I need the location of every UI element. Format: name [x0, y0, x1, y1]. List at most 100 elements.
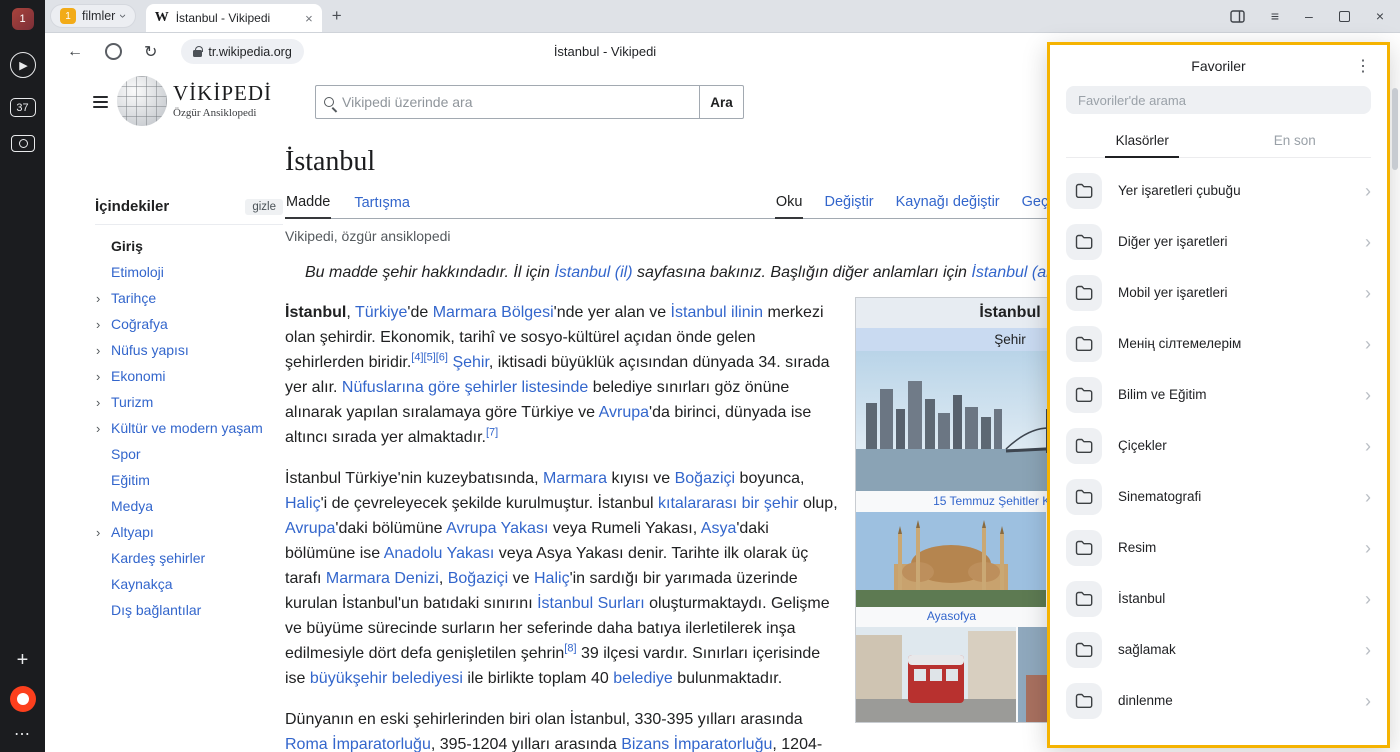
- toc-item[interactable]: › Coğrafya: [95, 311, 283, 337]
- chevron-right-icon[interactable]: ›: [96, 315, 100, 335]
- wiki-link[interactable]: İstanbul (il): [554, 264, 632, 281]
- wiki-link[interactable]: Nüfuslarına göre şehirler listesinde: [342, 379, 588, 396]
- chevron-right-icon[interactable]: ›: [1365, 233, 1371, 251]
- reference-link[interactable]: [7]: [486, 427, 498, 439]
- tab-oku[interactable]: Oku: [775, 188, 804, 219]
- wiki-search-box[interactable]: [315, 85, 700, 119]
- infobox-caption-ayasofya[interactable]: Ayasofya: [856, 609, 1047, 623]
- favorites-search-input[interactable]: [1066, 86, 1371, 114]
- yandex-search-icon[interactable]: [105, 43, 122, 60]
- wiki-link[interactable]: Marmara Denizi: [326, 570, 439, 587]
- tab-close-icon[interactable]: ×: [305, 11, 313, 26]
- reference-link[interactable]: [4]: [411, 352, 423, 364]
- toc-hide-button[interactable]: gizle: [245, 199, 283, 215]
- toc-item[interactable]: Giriş: [95, 233, 283, 259]
- folder-item[interactable]: Çiçekler ›: [1066, 420, 1371, 471]
- folder-item[interactable]: Resim ›: [1066, 522, 1371, 573]
- kebab-menu-icon[interactable]: ⋮: [1355, 56, 1371, 76]
- chevron-right-icon[interactable]: ›: [1365, 182, 1371, 200]
- browser-menu-icon[interactable]: ≡: [1271, 8, 1279, 24]
- wiki-link[interactable]: İstanbul Surları: [537, 595, 645, 612]
- wiki-link[interactable]: Şehir: [452, 354, 488, 371]
- folder-item[interactable]: İstanbul ›: [1066, 573, 1371, 624]
- reference-link[interactable]: [8]: [564, 643, 576, 655]
- address-bar[interactable]: tr.wikipedia.org: [181, 39, 303, 64]
- chevron-right-icon[interactable]: ›: [1365, 437, 1371, 455]
- chevron-right-icon[interactable]: ›: [1365, 386, 1371, 404]
- wiki-link[interactable]: Asya: [701, 520, 737, 537]
- chevron-right-icon[interactable]: ›: [1365, 335, 1371, 353]
- wikipedia-logo[interactable]: [117, 76, 167, 126]
- toc-item[interactable]: Medya: [95, 493, 283, 519]
- scrollbar-thumb[interactable]: [1392, 88, 1398, 170]
- wiki-link[interactable]: Boğaziçi: [448, 570, 508, 587]
- folder-item[interactable]: dinlenme ›: [1066, 675, 1371, 726]
- folder-item[interactable]: Yer işaretleri çubuğu ›: [1066, 165, 1371, 216]
- wiki-link[interactable]: Roma İmparatorluğu: [285, 736, 431, 752]
- chevron-right-icon[interactable]: ›: [1365, 539, 1371, 557]
- tab-madde[interactable]: Madde: [285, 188, 331, 219]
- wiki-link[interactable]: Haliç: [285, 495, 321, 512]
- folder-item[interactable]: Mobil yer işaretleri ›: [1066, 267, 1371, 318]
- wiki-link[interactable]: Marmara Bölgesi: [433, 304, 554, 321]
- hamburger-menu-icon[interactable]: [93, 96, 108, 111]
- chevron-right-icon[interactable]: ›: [1365, 488, 1371, 506]
- wiki-link[interactable]: Avrupa Yakası: [446, 520, 548, 537]
- chevron-right-icon[interactable]: ›: [96, 341, 100, 361]
- wiki-link[interactable]: İstanbul ilinin: [671, 304, 764, 321]
- active-tab[interactable]: W İstanbul - Vikipedi ×: [146, 4, 322, 32]
- toc-item[interactable]: Kaynakça: [95, 571, 283, 597]
- toc-item[interactable]: Spor: [95, 441, 283, 467]
- folder-item[interactable]: Diğer yer işaretleri ›: [1066, 216, 1371, 267]
- reference-link[interactable]: [6]: [436, 352, 448, 364]
- folder-item[interactable]: sağlamak ›: [1066, 624, 1371, 675]
- minimize-icon[interactable]: –: [1305, 8, 1313, 24]
- toc-item[interactable]: Etimoloji: [95, 259, 283, 285]
- toc-item[interactable]: Eğitim: [95, 467, 283, 493]
- folder-item[interactable]: Bilim ve Eğitim ›: [1066, 369, 1371, 420]
- chevron-right-icon[interactable]: ›: [1365, 692, 1371, 710]
- folder-item[interactable]: Менің сілтемелерім ›: [1066, 318, 1371, 369]
- wiki-link[interactable]: Avrupa: [285, 520, 335, 537]
- tab-klasorler[interactable]: Klasörler: [1066, 123, 1219, 157]
- toc-item[interactable]: Dış bağlantılar: [95, 597, 283, 623]
- toc-item[interactable]: › Kültür ve modern yaşam: [95, 415, 283, 441]
- chevron-right-icon[interactable]: ›: [96, 289, 100, 309]
- chevron-right-icon[interactable]: ›: [96, 419, 100, 439]
- toc-item[interactable]: › Altyapı: [95, 519, 283, 545]
- wikipedia-wordmark[interactable]: VİKİPEDİ Özgür Ansiklopedi: [173, 81, 272, 119]
- add-icon[interactable]: +: [17, 650, 29, 670]
- toc-item[interactable]: › Turizm: [95, 389, 283, 415]
- wiki-search-button[interactable]: Ara: [700, 85, 744, 119]
- wiki-link[interactable]: Bizans İmparatorluğu: [621, 736, 772, 752]
- chevron-right-icon[interactable]: ›: [96, 367, 100, 387]
- maximize-icon[interactable]: [1339, 11, 1350, 22]
- tab-group-chip[interactable]: 1: [12, 8, 34, 30]
- reference-link[interactable]: [5]: [424, 352, 436, 364]
- yandex-logo[interactable]: [10, 686, 36, 712]
- toc-item[interactable]: Kardeş şehirler: [95, 545, 283, 571]
- tab-kaynagi-degistir[interactable]: Kaynağı değiştir: [895, 188, 1001, 218]
- chevron-right-icon[interactable]: ›: [1365, 641, 1371, 659]
- screenshot-camera-icon[interactable]: [11, 135, 35, 152]
- wiki-search-input[interactable]: [342, 94, 691, 110]
- wiki-link[interactable]: Marmara: [543, 470, 607, 487]
- chevron-right-icon[interactable]: ›: [1365, 590, 1371, 608]
- new-tab-button[interactable]: +: [332, 6, 342, 26]
- wiki-link[interactable]: Anadolu Yakası: [384, 545, 495, 562]
- more-menu-icon[interactable]: ⋯: [14, 724, 31, 744]
- toc-item[interactable]: › Ekonomi: [95, 363, 283, 389]
- tab-group-pill[interactable]: 1 filmler ›: [50, 4, 136, 28]
- wiki-link[interactable]: Türkiye: [355, 304, 407, 321]
- close-window-icon[interactable]: ×: [1376, 8, 1384, 24]
- tab-en-son[interactable]: En son: [1219, 123, 1372, 157]
- chevron-right-icon[interactable]: ›: [1365, 284, 1371, 302]
- wiki-link[interactable]: Avrupa: [599, 404, 649, 421]
- wiki-link[interactable]: Haliç: [534, 570, 570, 587]
- scrollbar[interactable]: [1392, 46, 1398, 744]
- chevron-right-icon[interactable]: ›: [96, 523, 100, 543]
- tab-tartisma[interactable]: Tartışma: [353, 189, 411, 218]
- chevron-right-icon[interactable]: ›: [96, 393, 100, 413]
- back-icon[interactable]: ←: [67, 43, 83, 61]
- wiki-link[interactable]: Boğaziçi: [675, 470, 735, 487]
